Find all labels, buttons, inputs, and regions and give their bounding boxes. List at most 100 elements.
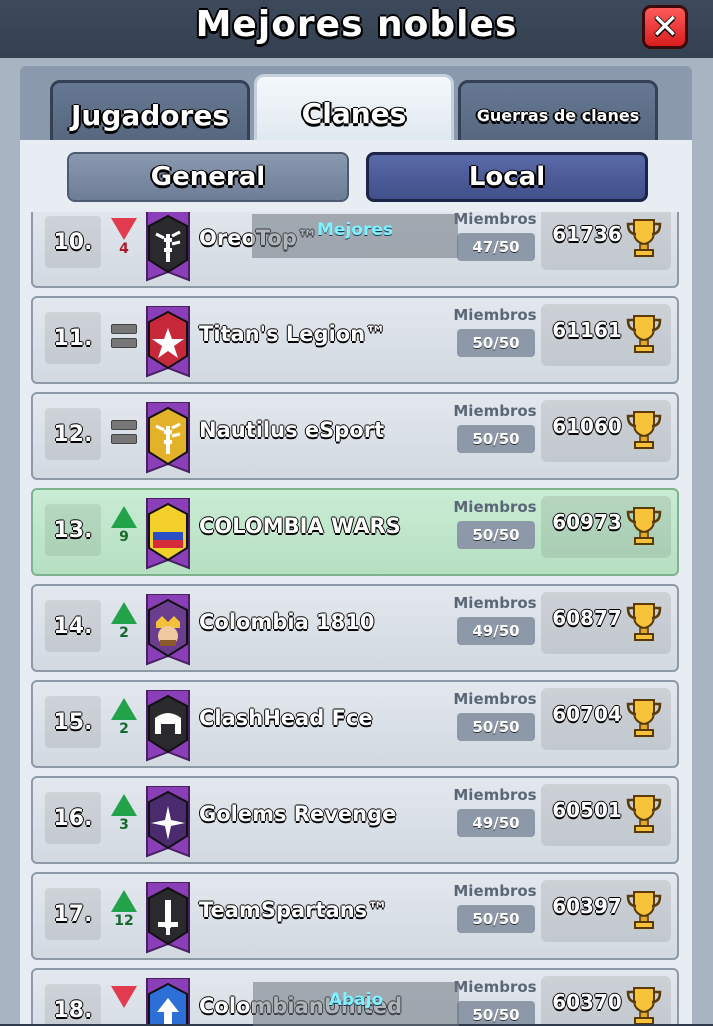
- clan-badge-icon[interactable]: [141, 497, 195, 570]
- members-count: 47/50: [457, 233, 535, 261]
- clan-badge-icon[interactable]: [141, 593, 195, 666]
- trophy-icon: [625, 698, 663, 738]
- clan-name[interactable]: Colombia 1810: [199, 610, 375, 634]
- tab-label: Clanes: [301, 97, 407, 130]
- members-count: 50/50: [457, 521, 535, 549]
- clan-name[interactable]: Nautilus eSport: [199, 418, 384, 442]
- subtab-local[interactable]: Local: [366, 152, 648, 202]
- rank-trend: [109, 314, 139, 370]
- rank-number: 13.: [45, 504, 101, 556]
- rank-number: 17.: [45, 888, 101, 940]
- members-count: 49/50: [457, 617, 535, 645]
- clan-row[interactable]: 16. 3 Golems Revenge Miembros 49/50 60501: [31, 776, 679, 864]
- scroll-bottom-label: Abajo: [253, 982, 459, 1026]
- clan-row[interactable]: 15. 2 ClashHead Fce Miembros 50/50 60704: [31, 680, 679, 768]
- clan-name[interactable]: Titan's Legion™: [199, 322, 386, 346]
- clan-badge-icon[interactable]: [141, 305, 195, 378]
- members-label: Miembros: [453, 212, 537, 228]
- rank-number: 16.: [45, 792, 101, 844]
- tab-label: Guerras de clanes: [476, 105, 640, 125]
- clan-score: 61060: [552, 414, 622, 438]
- clan-badge-icon[interactable]: [141, 212, 195, 282]
- trophy-icon: [625, 986, 663, 1024]
- tab-label: Jugadores: [70, 98, 230, 132]
- members-label: Miembros: [453, 690, 537, 708]
- clan-name[interactable]: TeamSpartans™: [199, 898, 388, 922]
- rank-trend: 2: [109, 698, 139, 754]
- title-bar: Mejores nobles ✕: [0, 0, 713, 58]
- members-label: Miembros: [453, 786, 537, 804]
- clan-score: 60370: [552, 990, 622, 1014]
- clan-score: 60501: [552, 798, 622, 822]
- trophy-icon: [625, 506, 663, 546]
- clan-score: 60704: [552, 702, 622, 726]
- members-label: Miembros: [453, 306, 537, 324]
- rank-change: 2: [119, 721, 129, 737]
- rank-change: 12: [114, 913, 134, 929]
- trophy-icon: [625, 794, 663, 834]
- rank-number: 18.: [45, 984, 101, 1024]
- trophy-icon: [625, 218, 663, 258]
- rank-change: 3: [119, 817, 129, 833]
- rank-number: 12.: [45, 408, 101, 460]
- clan-row[interactable]: 17. 12 TeamSpartans™ Miembros 50/50 60397: [31, 872, 679, 960]
- rank-up-icon: [111, 794, 137, 816]
- rank-change: 9: [119, 529, 129, 545]
- members-label: Miembros: [453, 402, 537, 420]
- members-label: Miembros: [453, 882, 537, 900]
- clan-name[interactable]: Golems Revenge: [199, 802, 396, 826]
- close-icon: ✕: [650, 7, 680, 47]
- rank-down-icon: [111, 218, 137, 240]
- tab-clans[interactable]: Clanes: [254, 74, 454, 150]
- clan-badge-icon[interactable]: [141, 785, 195, 858]
- rank-trend: 12: [109, 890, 139, 946]
- rank-number: 10.: [45, 216, 101, 268]
- close-button[interactable]: ✕: [642, 5, 688, 49]
- trophy-icon: [625, 314, 663, 354]
- clan-name[interactable]: ClashHead Fce: [199, 706, 373, 730]
- rank-number: 15.: [45, 696, 101, 748]
- rank-number: 14.: [45, 600, 101, 652]
- clan-row[interactable]: 12. Nautilus eSport Miembros 50/50 61060: [31, 392, 679, 480]
- subtab-general[interactable]: General: [67, 152, 349, 202]
- clan-score: 60973: [552, 510, 622, 534]
- rank-change: 2: [119, 625, 129, 641]
- rank-unchanged-icon: [111, 324, 137, 348]
- members-label: Miembros: [453, 498, 537, 516]
- rank-trend: [109, 410, 139, 466]
- members-count: 50/50: [457, 905, 535, 933]
- clan-name[interactable]: COLOMBIA WARS: [199, 514, 401, 538]
- tab-strip: Jugadores Clanes Guerras de clanes: [20, 66, 692, 150]
- clan-score: 61161: [552, 318, 622, 342]
- rank-up-icon: [111, 890, 137, 912]
- clan-score: 60397: [552, 894, 622, 918]
- rank-trend: 2: [109, 602, 139, 658]
- rank-trend: 9: [109, 506, 139, 562]
- subtab-label: Local: [468, 162, 546, 192]
- page-title: Mejores nobles: [195, 4, 518, 45]
- clan-score: 61736: [552, 222, 622, 246]
- trophy-icon: [625, 410, 663, 450]
- members-count: 50/50: [457, 713, 535, 741]
- trophy-icon: [625, 602, 663, 642]
- clan-badge-icon[interactable]: [141, 881, 195, 954]
- rank-trend: 3: [109, 794, 139, 850]
- rank-up-icon: [111, 506, 137, 528]
- clan-row[interactable]: 13. 9 COLOMBIA WARS Miembros 50/50 60973: [31, 488, 679, 576]
- rank-up-icon: [111, 602, 137, 624]
- clan-row[interactable]: 14. 2 Colombia 1810 Miembros 49/50 60877: [31, 584, 679, 672]
- clan-badge-icon[interactable]: [141, 977, 195, 1024]
- members-count: 49/50: [457, 809, 535, 837]
- members-label: Miembros: [453, 594, 537, 612]
- rank-change: 4: [119, 241, 129, 257]
- clan-badge-icon[interactable]: [141, 689, 195, 762]
- clan-ranking-list[interactable]: 10.4OreoTop™Miembros47/506173611.Titan's…: [20, 212, 692, 1024]
- rank-down-icon: [111, 986, 137, 1008]
- members-count: 50/50: [457, 425, 535, 453]
- rank-number: 11.: [45, 312, 101, 364]
- clan-score: 60877: [552, 606, 622, 630]
- clan-badge-icon[interactable]: [141, 401, 195, 474]
- trophy-icon: [625, 890, 663, 930]
- clan-row[interactable]: 11. Titan's Legion™ Miembros 50/50 61161: [31, 296, 679, 384]
- members-count: 50/50: [457, 1001, 535, 1024]
